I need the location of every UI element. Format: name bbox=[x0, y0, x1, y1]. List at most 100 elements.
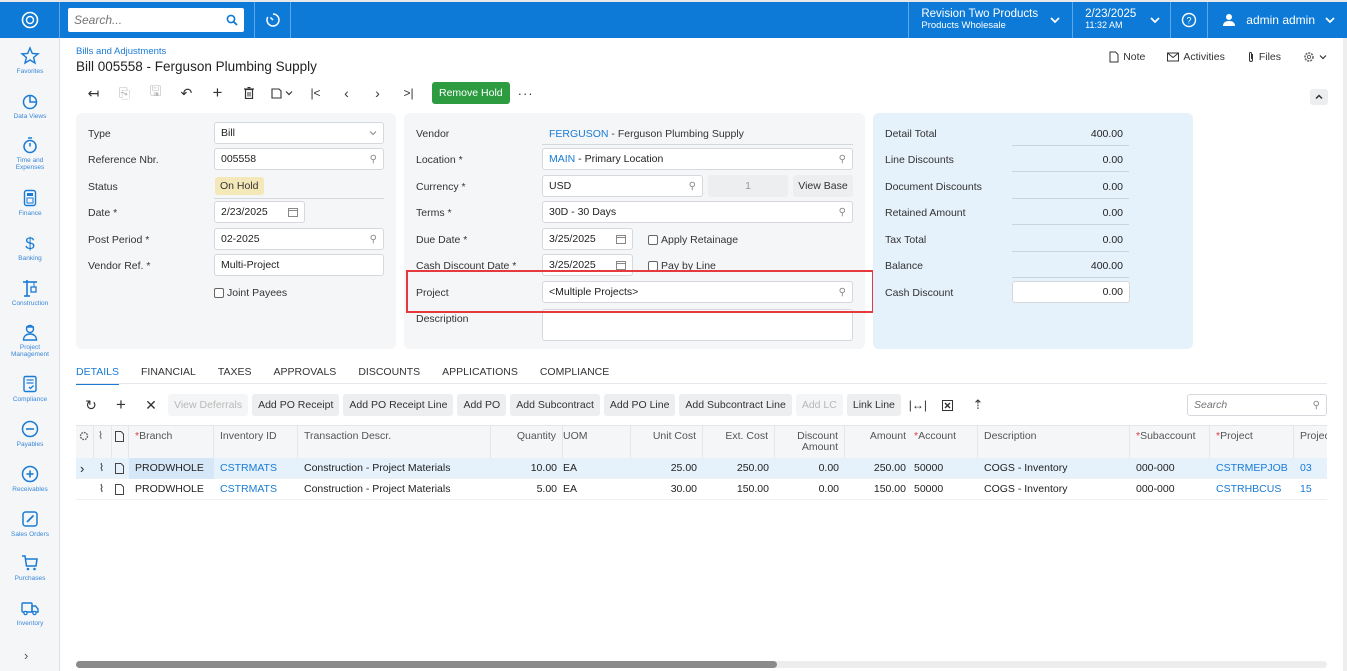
cell-description[interactable]: COGS - Inventory bbox=[978, 479, 1130, 500]
cell-unit-cost[interactable]: 25.00 bbox=[631, 458, 703, 479]
back-button[interactable]: ↤ bbox=[78, 81, 109, 105]
sidebar-item-purchases[interactable]: Purchases bbox=[0, 553, 60, 582]
location-link[interactable]: MAIN bbox=[549, 153, 575, 165]
global-search[interactable] bbox=[68, 8, 244, 32]
cell-discount-amount[interactable]: 0.00 bbox=[775, 458, 845, 479]
vendor-ref-field[interactable]: Multi-Project bbox=[214, 254, 384, 276]
cell-project-task[interactable]: 15 bbox=[1294, 479, 1327, 500]
sidebar-item-sales-orders[interactable]: Sales Orders bbox=[0, 509, 60, 538]
add-subcontract-line-button[interactable]: Add Subcontract Line bbox=[679, 394, 792, 416]
app-logo[interactable] bbox=[0, 2, 60, 38]
cell-subaccount[interactable]: 000-000 bbox=[1130, 479, 1210, 500]
reference-nbr-field[interactable]: 005558 ⚲ bbox=[214, 148, 384, 170]
refresh-button[interactable]: ↻ bbox=[78, 394, 104, 416]
search-icon[interactable]: ⚲ bbox=[839, 154, 846, 165]
search-icon[interactable] bbox=[226, 14, 238, 26]
tenant-selector[interactable]: Revision Two Products Products Wholesale bbox=[908, 2, 1074, 38]
sidebar-item-time-and-expenses[interactable]: Time and Expenses bbox=[0, 135, 60, 171]
description-textarea[interactable] bbox=[542, 309, 853, 341]
sidebar-item-favorites[interactable]: Favorites bbox=[0, 46, 60, 75]
cell-inventory-id[interactable]: CSTRMATS bbox=[214, 458, 298, 479]
add-po-receipt-line-button[interactable]: Add PO Receipt Line bbox=[343, 394, 454, 416]
add-po-line-button[interactable]: Add PO Line bbox=[603, 394, 676, 416]
note-icon[interactable] bbox=[112, 458, 129, 479]
cell-discount-amount[interactable]: 0.00 bbox=[775, 479, 845, 500]
sidebar-item-banking[interactable]: $ Banking bbox=[0, 233, 60, 262]
vendor-link[interactable]: FERGUSON bbox=[549, 128, 609, 140]
column-header-transaction-descr[interactable]: Transaction Descr. bbox=[298, 426, 491, 459]
recent-history-button[interactable] bbox=[255, 2, 291, 38]
save-and-close-button[interactable]: ⎘ bbox=[109, 81, 140, 105]
table-row[interactable]: › ⌇ PRODWHOLE CSTRMATS Construction - Projec… bbox=[76, 458, 1327, 479]
add-subcontract-button[interactable]: Add Subcontract bbox=[510, 394, 600, 416]
export-excel-button[interactable] bbox=[935, 394, 961, 416]
global-search-input[interactable] bbox=[74, 13, 226, 27]
add-row-button[interactable]: + bbox=[108, 394, 134, 416]
cell-project-task[interactable]: 03 bbox=[1294, 458, 1327, 479]
terms-field[interactable]: 30D - 30 Days ⚲ bbox=[542, 201, 853, 223]
column-header-subaccount[interactable]: *Subaccount bbox=[1130, 426, 1210, 459]
note-button[interactable]: Note bbox=[1109, 51, 1145, 63]
grid-search[interactable]: ⚲ bbox=[1187, 394, 1327, 416]
cancel-button[interactable]: ↶ bbox=[171, 81, 202, 105]
grid-search-input[interactable] bbox=[1194, 399, 1313, 411]
save-button[interactable]: 🖫 bbox=[140, 81, 171, 105]
cell-project[interactable]: CSTRHBCUS bbox=[1210, 479, 1294, 500]
view-deferrals-button[interactable]: View Deferrals bbox=[168, 394, 249, 416]
currency-field[interactable]: USD ⚲ bbox=[542, 175, 703, 197]
more-actions-button[interactable]: ··· bbox=[518, 86, 534, 101]
cell-quantity[interactable]: 5.00 bbox=[491, 479, 563, 500]
cell-inventory-id[interactable]: CSTRMATS bbox=[214, 479, 298, 500]
view-base-button[interactable]: View Base bbox=[793, 175, 853, 197]
upload-button[interactable]: ⇡ bbox=[965, 394, 991, 416]
horizontal-scrollbar-thumb[interactable] bbox=[76, 661, 777, 668]
table-row[interactable]: ⌇ PRODWHOLE CSTRMATS Construction - Project… bbox=[76, 479, 1327, 500]
column-header-inventory-id[interactable]: Inventory ID bbox=[214, 426, 298, 459]
link-line-button[interactable]: Link Line bbox=[846, 394, 901, 416]
add-po-button[interactable]: Add PO bbox=[457, 394, 507, 416]
expand-row-icon[interactable]: › bbox=[76, 458, 94, 479]
collapse-header-button[interactable] bbox=[1310, 89, 1328, 105]
add-po-receipt-button[interactable]: Add PO Receipt bbox=[252, 394, 340, 416]
column-header-unit-cost[interactable]: Unit Cost bbox=[631, 426, 703, 459]
horizontal-scrollbar[interactable] bbox=[76, 661, 1327, 668]
files-button[interactable]: Files bbox=[1247, 51, 1281, 63]
cell-ext-cost[interactable]: 250.00 bbox=[703, 458, 775, 479]
cell-account[interactable]: 50000 bbox=[908, 479, 978, 500]
sidebar-item-construction[interactable]: Construction bbox=[0, 278, 60, 307]
breadcrumb[interactable]: Bills and Adjustments bbox=[76, 46, 166, 57]
cell-subaccount[interactable]: 000-000 bbox=[1130, 458, 1210, 479]
first-record-button[interactable]: |< bbox=[300, 81, 331, 105]
cell-unit-cost[interactable]: 30.00 bbox=[631, 479, 703, 500]
sidebar-item-project-management[interactable]: Project Management bbox=[0, 322, 60, 358]
cell-transaction-descr[interactable]: Construction - Project Materials bbox=[298, 458, 491, 479]
cash-discount-field[interactable]: 0.00 bbox=[1012, 281, 1130, 303]
search-icon[interactable]: ⚲ bbox=[689, 181, 696, 192]
sidebar-item-receivables[interactable]: Receivables bbox=[0, 464, 60, 493]
cell-transaction-descr[interactable]: Construction - Project Materials bbox=[298, 479, 491, 500]
column-header-project[interactable]: *Project bbox=[1210, 426, 1294, 459]
type-select[interactable]: Bill bbox=[214, 122, 384, 144]
cell-branch[interactable]: PRODWHOLE bbox=[129, 458, 214, 479]
column-header-project-task[interactable]: Projec bbox=[1294, 426, 1327, 459]
cell-uom[interactable]: EA bbox=[557, 458, 631, 479]
calendar-icon[interactable] bbox=[616, 260, 626, 270]
column-header-branch[interactable]: *Branch bbox=[129, 426, 214, 459]
sidebar-item-data-views[interactable]: Data Views bbox=[0, 91, 60, 120]
calendar-icon[interactable] bbox=[616, 234, 626, 244]
sidebar-item-compliance[interactable]: Compliance bbox=[0, 374, 60, 403]
column-header-ext-cost[interactable]: Ext. Cost bbox=[703, 426, 775, 459]
cell-amount[interactable]: 150.00 bbox=[845, 479, 912, 500]
apply-retainage-checkbox[interactable]: Apply Retainage bbox=[648, 234, 738, 246]
sidebar-item-payables[interactable]: Payables bbox=[0, 419, 60, 448]
cell-branch[interactable]: PRODWHOLE bbox=[129, 479, 214, 500]
location-field[interactable]: MAIN - Primary Location ⚲ bbox=[542, 148, 853, 170]
next-record-button[interactable]: › bbox=[362, 81, 393, 105]
activities-button[interactable]: Activities bbox=[1167, 51, 1225, 63]
date-field[interactable]: 2/23/2025 bbox=[214, 201, 305, 223]
calendar-icon[interactable] bbox=[288, 207, 298, 217]
add-lc-button[interactable]: Add LC bbox=[795, 394, 843, 416]
copy-paste-menu[interactable] bbox=[264, 81, 300, 105]
sidebar-item-inventory[interactable]: Inventory bbox=[0, 598, 60, 627]
search-icon[interactable]: ⚲ bbox=[839, 207, 846, 218]
